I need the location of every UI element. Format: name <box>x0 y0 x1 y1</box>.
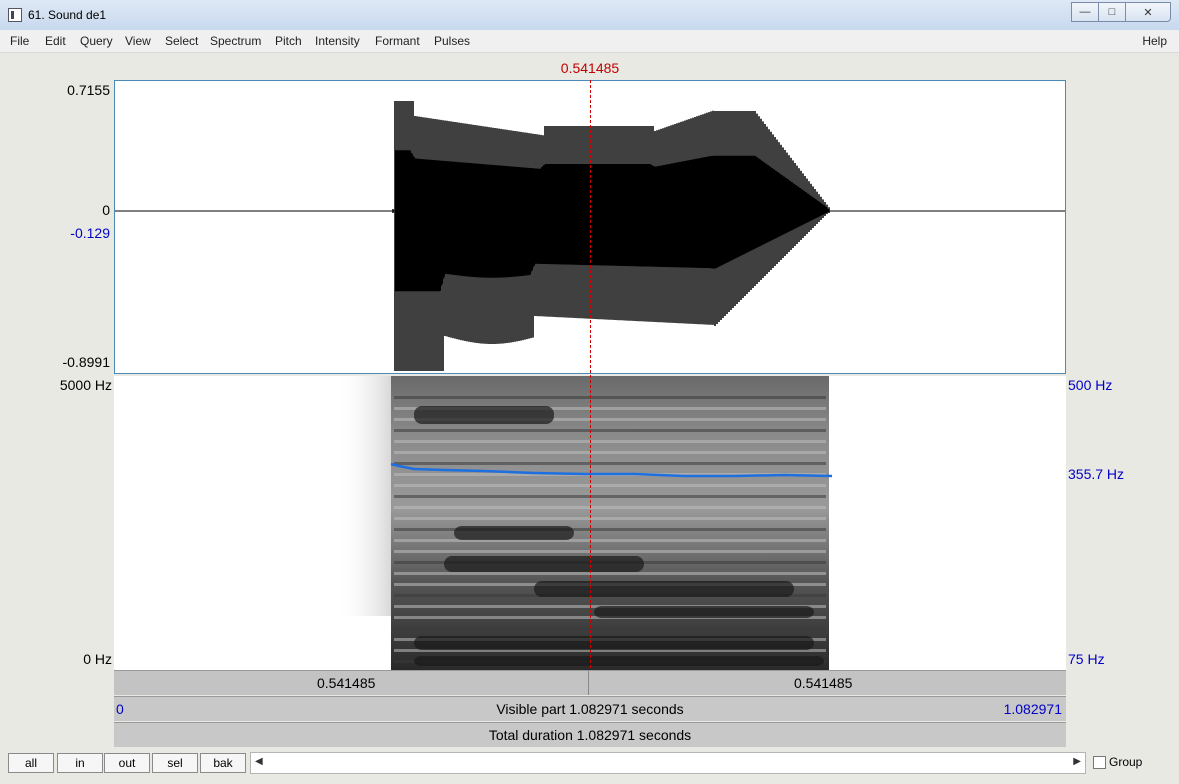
cursor-time-bar[interactable]: 0.541485 0.541485 <box>114 670 1066 695</box>
time-scrollbar[interactable]: ◀ ▶ <box>250 752 1086 774</box>
menu-select[interactable]: Select <box>165 34 198 48</box>
pitch-max-label: 500 Hz <box>1068 377 1113 393</box>
close-icon[interactable]: ✕ <box>1125 2 1171 22</box>
left-time-label: 0.541485 <box>317 675 376 691</box>
minimize-icon[interactable]: — <box>1071 2 1099 22</box>
waveform-ymin-label: -0.8991 <box>62 354 110 370</box>
zoom-out-button[interactable]: out <box>104 753 150 773</box>
all-button[interactable]: all <box>8 753 54 773</box>
menu-pitch[interactable]: Pitch <box>275 34 302 48</box>
menu-file[interactable]: File <box>10 34 29 48</box>
total-duration-label: Total duration 1.082971 seconds <box>488 727 692 743</box>
right-time-label: 0.541485 <box>794 675 853 691</box>
title-bar: 61. Sound de1 — □ ✕ <box>0 0 1179 31</box>
scroll-left-icon[interactable]: ◀ <box>255 756 263 767</box>
app-icon <box>8 8 22 22</box>
pitch-min-label: 75 Hz <box>1068 651 1105 667</box>
waveform-cycles <box>392 101 830 371</box>
waveform-ymax-label: 0.7155 <box>67 82 110 98</box>
menu-intensity[interactable]: Intensity <box>315 34 360 48</box>
spectrogram-fmin-label: 0 Hz <box>83 651 112 667</box>
cursor-time-label: 0.541485 <box>560 60 620 76</box>
spectrogram-onset-noise <box>336 376 391 616</box>
menu-view[interactable]: View <box>125 34 151 48</box>
time-cursor-line[interactable] <box>590 80 591 668</box>
menu-query[interactable]: Query <box>80 34 113 48</box>
time-bar-divider <box>588 671 589 695</box>
menu-bar: File Edit Query View Select Spectrum Pit… <box>0 30 1179 53</box>
visible-end-label: 1.082971 <box>1003 701 1062 717</box>
window-controls: — □ ✕ <box>1071 2 1171 22</box>
spectrogram-fmax-label: 5000 Hz <box>59 377 112 393</box>
menu-formant[interactable]: Formant <box>375 34 420 48</box>
waveform-zero-label: 0 <box>102 202 110 218</box>
visible-part-bar[interactable]: 0 Visible part 1.082971 seconds 1.082971 <box>114 696 1066 721</box>
maximize-icon[interactable]: □ <box>1098 2 1126 22</box>
menu-spectrum[interactable]: Spectrum <box>210 34 261 48</box>
zoom-back-button[interactable]: bak <box>200 753 246 773</box>
pitch-value-label: 355.7 Hz <box>1068 466 1125 482</box>
bottom-toolbar: all in out sel bak ◀ ▶ Group <box>0 748 1179 784</box>
window-title: 61. Sound de1 <box>28 8 107 22</box>
waveform-cursor-value: -0.129 <box>70 225 110 241</box>
group-label: Group <box>1109 755 1143 769</box>
menu-pulses[interactable]: Pulses <box>434 34 470 48</box>
menu-help[interactable]: Help <box>1142 34 1167 48</box>
zoom-in-button[interactable]: in <box>57 753 103 773</box>
total-duration-bar[interactable]: Total duration 1.082971 seconds <box>114 722 1066 747</box>
scroll-right-icon[interactable]: ▶ <box>1073 756 1081 767</box>
menu-edit[interactable]: Edit <box>45 34 66 48</box>
group-checkbox[interactable] <box>1093 756 1106 769</box>
zoom-selection-button[interactable]: sel <box>152 753 198 773</box>
visible-part-label: Visible part 1.082971 seconds <box>496 701 684 717</box>
